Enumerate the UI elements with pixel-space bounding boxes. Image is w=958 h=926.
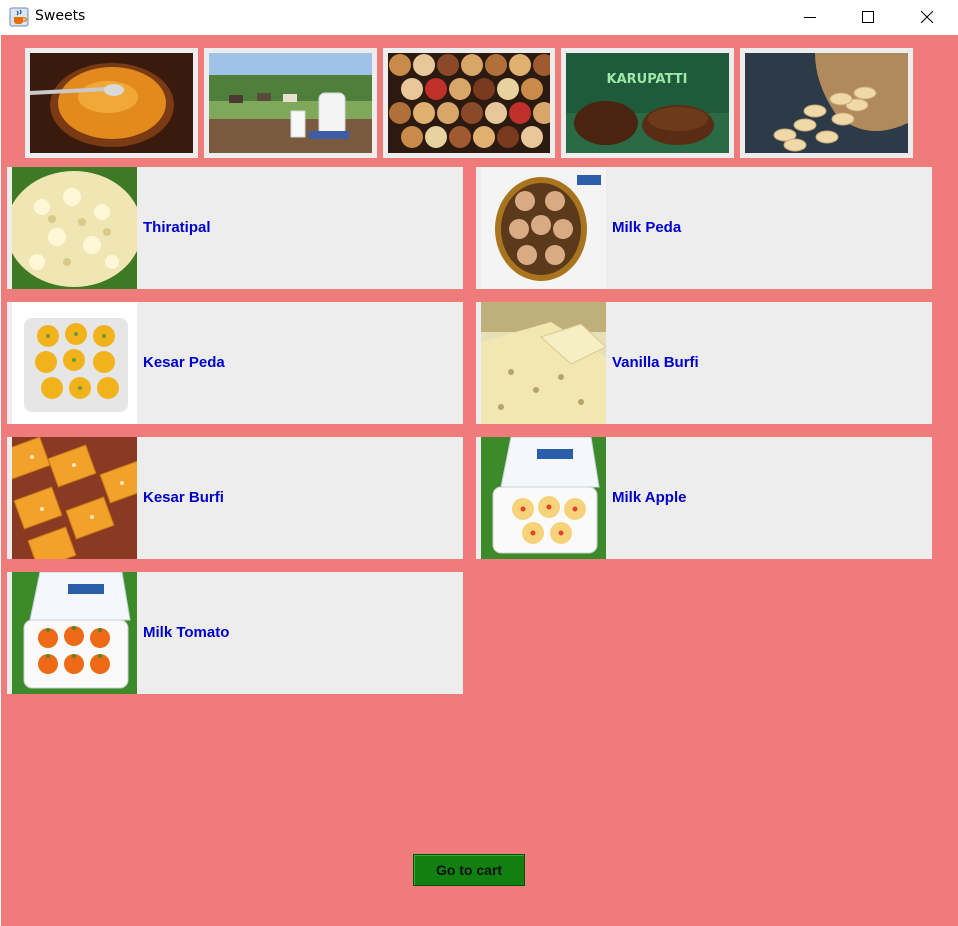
item-name: Kesar Peda [143, 354, 225, 371]
title-bar: Sweets [0, 0, 958, 34]
item-name: Vanilla Burfi [612, 354, 699, 371]
item-card[interactable]: Milk Apple [476, 437, 932, 559]
item-card[interactable]: Kesar Peda [7, 302, 463, 424]
item-name: Milk Peda [612, 219, 682, 236]
close-icon [921, 11, 933, 23]
banner-cashews-image[interactable] [740, 48, 913, 158]
window-title: Sweets [35, 8, 86, 24]
item-card[interactable]: Milk Tomato [7, 572, 463, 694]
banner-milk-image[interactable] [204, 48, 377, 158]
item-card[interactable]: Thiratipal [7, 167, 463, 289]
kesar-burfi-image [12, 437, 137, 559]
vanilla-burfi-image [481, 302, 606, 424]
milk-tomato-image [12, 572, 137, 694]
item-name: Milk Apple [612, 489, 687, 506]
main-panel: KARUPATTI Thiratipal Milk Peda Kesar Ped… [1, 35, 958, 926]
java-cup-icon [9, 7, 29, 27]
minimize-button[interactable] [781, 0, 839, 34]
item-card[interactable]: Milk Peda [476, 167, 932, 289]
close-button[interactable] [898, 0, 956, 34]
item-name: Kesar Burfi [143, 489, 224, 506]
item-name: Milk Tomato [143, 624, 230, 641]
thiratipal-image [12, 167, 137, 289]
item-card[interactable]: Vanilla Burfi [476, 302, 932, 424]
milk-peda-image [481, 167, 606, 289]
banner-ghee-image[interactable] [25, 48, 198, 158]
minimize-icon [804, 17, 816, 18]
banner-karupatti-image[interactable]: KARUPATTI [561, 48, 734, 158]
karupatti-caption: KARUPATTI [607, 72, 688, 87]
maximize-icon [862, 11, 874, 23]
item-name: Thiratipal [143, 219, 211, 236]
maximize-button[interactable] [839, 0, 897, 34]
go-to-cart-button[interactable]: Go to cart [413, 854, 525, 886]
milk-apple-image [481, 437, 606, 559]
kesar-peda-image [12, 302, 137, 424]
item-card[interactable]: Kesar Burfi [7, 437, 463, 559]
banner-dry-fruits-image[interactable] [383, 48, 555, 158]
